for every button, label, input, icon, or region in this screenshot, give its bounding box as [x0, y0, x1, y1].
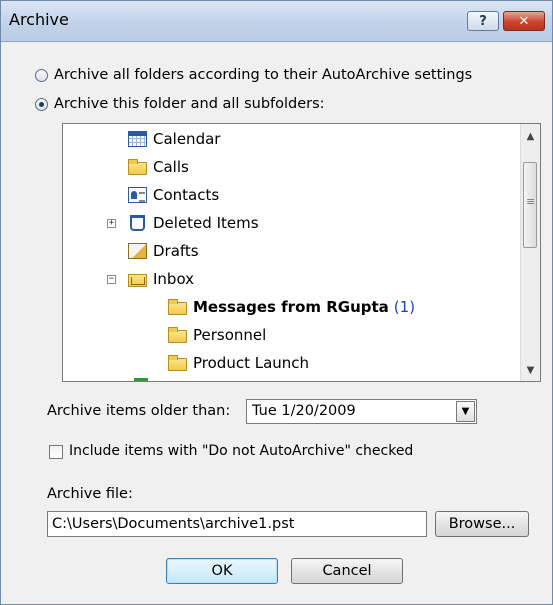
help-button[interactable]: ?	[467, 11, 499, 31]
tree-item-deleted-items[interactable]: Deleted Items	[128, 214, 259, 232]
help-icon: ?	[479, 13, 487, 29]
scroll-thumb[interactable]	[523, 162, 537, 248]
cancel-button[interactable]: Cancel	[291, 558, 403, 584]
chevron-up-icon: ▲	[526, 130, 535, 142]
archive-this-label: Archive this folder and all subfolders:	[54, 96, 325, 112]
archive-all-label: Archive all folders according to their A…	[54, 67, 473, 83]
folder-icon	[168, 326, 187, 343]
folder-icon	[168, 354, 187, 371]
include-do-not-autoarchive-checkbox[interactable]	[49, 445, 63, 459]
browse-button[interactable]: Browse...	[435, 511, 529, 537]
folder-icon	[128, 158, 147, 175]
contacts-icon	[128, 187, 147, 203]
archive-all-radio[interactable]	[35, 68, 48, 82]
drafts-icon	[128, 243, 147, 259]
tree-item-product-launch[interactable]: Product Launch	[168, 354, 309, 372]
close-button[interactable]: ✕	[503, 11, 545, 31]
scroll-down-button[interactable]: ▼	[521, 360, 540, 380]
archive-this-option[interactable]: Archive this folder and all subfolders:	[35, 96, 325, 112]
tree-item-label: Deleted Items	[153, 214, 259, 232]
dropdown-button[interactable]: ▼	[456, 401, 475, 422]
deleted-items-icon	[130, 215, 145, 231]
chevron-down-icon: ▼	[461, 406, 470, 417]
unread-count: (1)	[393, 298, 416, 316]
browse-button-label: Browse...	[448, 516, 516, 532]
archive-date-dropdown[interactable]: Tue 1/20/2009 ▼	[246, 399, 477, 424]
archive-file-value: C:\Users\Documents\archive1.pst	[52, 516, 295, 532]
tree-item-calls[interactable]: Calls	[128, 158, 189, 176]
partial-folder-icon	[134, 378, 148, 381]
folder-tree[interactable]: Calendar Calls Contacts + Deleted Items …	[62, 123, 541, 382]
close-icon: ✕	[518, 13, 530, 29]
folder-icon	[168, 298, 187, 315]
tree-item-calendar[interactable]: Calendar	[128, 130, 220, 148]
inbox-icon	[128, 273, 147, 287]
cancel-button-label: Cancel	[322, 563, 372, 579]
tree-item-label: Messages from RGupta	[193, 298, 389, 316]
chevron-down-icon: ▼	[526, 364, 535, 376]
tree-item-label: Calls	[153, 158, 189, 176]
tree-item-label: Inbox	[153, 270, 195, 288]
archive-dialog: Archive ? ✕ Archive all folders accordin…	[0, 0, 553, 605]
tree-item-inbox[interactable]: Inbox	[128, 270, 194, 288]
tree-item-drafts[interactable]: Drafts	[128, 242, 199, 260]
dialog-title: Archive	[9, 10, 69, 29]
tree-item-messages-from-rgupta[interactable]: Messages from RGupta (1)	[168, 298, 415, 316]
plus-icon: +	[108, 218, 115, 228]
calendar-icon	[128, 131, 147, 147]
archive-all-option[interactable]: Archive all folders according to their A…	[35, 67, 472, 83]
scroll-up-button[interactable]: ▲	[521, 126, 540, 146]
tree-item-label: Contacts	[153, 186, 220, 204]
ok-button-label: OK	[211, 563, 233, 579]
archive-this-radio[interactable]	[35, 97, 48, 111]
archive-file-input[interactable]: C:\Users\Documents\archive1.pst	[47, 511, 427, 537]
tree-item-label: Product Launch	[193, 354, 310, 372]
expand-deleted-items-toggle[interactable]: +	[107, 219, 116, 228]
archive-file-label: Archive file:	[47, 486, 133, 502]
collapse-inbox-toggle[interactable]: −	[107, 275, 116, 284]
tree-item-label: Drafts	[153, 242, 199, 260]
include-do-not-autoarchive-label[interactable]: Include items with "Do not AutoArchive" …	[69, 443, 413, 459]
tree-item-label: Personnel	[193, 326, 267, 344]
tree-item-personnel[interactable]: Personnel	[168, 326, 266, 344]
tree-item-contacts[interactable]: Contacts	[128, 186, 219, 204]
minus-icon: −	[108, 274, 115, 284]
archive-date-value: Tue 1/20/2009	[252, 403, 356, 419]
tree-item-label: Calendar	[153, 130, 221, 148]
archive-older-label: Archive items older than:	[47, 403, 231, 419]
tree-scrollbar[interactable]: ▲ ▼	[520, 124, 540, 381]
ok-button[interactable]: OK	[166, 558, 278, 584]
title-bar[interactable]: Archive ? ✕	[1, 1, 552, 42]
